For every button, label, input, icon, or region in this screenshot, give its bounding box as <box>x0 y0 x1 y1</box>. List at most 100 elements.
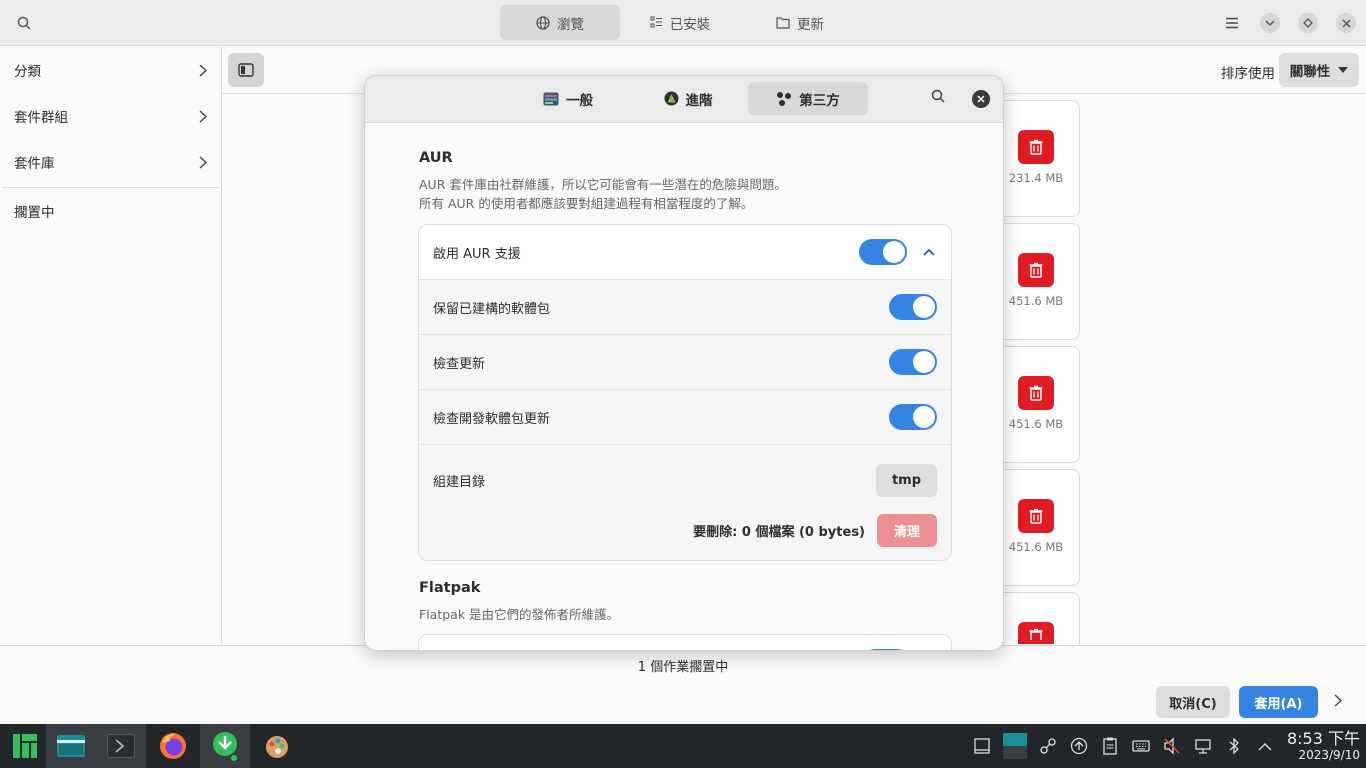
taskbar-firefox[interactable] <box>148 724 198 768</box>
cancel-button[interactable]: 取消(C) <box>1156 686 1230 718</box>
chevron-up-icon <box>1258 742 1272 750</box>
tab-third-party[interactable]: 第三方 <box>748 82 868 115</box>
chevron-right-icon <box>199 155 207 169</box>
advanced-icon <box>664 91 678 106</box>
maximize-button[interactable] <box>1298 13 1318 33</box>
taskbar-file-manager[interactable] <box>46 724 96 768</box>
toggle-sidebar-button[interactable] <box>228 53 264 87</box>
flatpak-settings-box <box>418 634 952 650</box>
tab-installed[interactable]: 已安裝 <box>620 5 740 40</box>
clipboard-tray[interactable] <box>1100 736 1120 756</box>
tray-expand-button[interactable] <box>1255 736 1275 756</box>
enable-aur-row[interactable]: 啟用 AUR 支援 <box>419 225 951 280</box>
tab-advanced-label: 進階 <box>685 92 713 109</box>
check-dev-updates-switch[interactable] <box>889 404 937 430</box>
folder-icon <box>776 17 790 29</box>
taskbar-terminal[interactable] <box>96 724 146 768</box>
show-desktop-button[interactable] <box>972 736 992 756</box>
tab-browse-label: 瀏覽 <box>557 16 584 33</box>
chevron-right-icon <box>199 109 207 123</box>
tab-installed-label: 已安裝 <box>669 16 711 33</box>
keyboard-tray[interactable] <box>1131 736 1151 756</box>
app-launcher[interactable] <box>0 724 50 768</box>
clean-row: 要刪除: 0 個檔案 (0 bytes) 清理 <box>419 508 951 560</box>
sort-label: 排序使用 <box>1221 66 1275 82</box>
aur-section-title: AUR <box>419 150 453 166</box>
menu-button[interactable] <box>1222 8 1242 38</box>
header-bar: 瀏覽 已安裝 更新 <box>0 0 1366 46</box>
clock-date: 2023/9/10 <box>1298 748 1360 762</box>
hamburger-icon <box>1226 17 1238 29</box>
remove-button[interactable] <box>1018 622 1054 644</box>
diamond-icon <box>1303 18 1313 28</box>
tab-advanced[interactable]: 進階 <box>628 82 748 115</box>
package-size: 451.6 MB <box>1008 417 1064 431</box>
build-directory-chooser[interactable]: tmp <box>876 464 937 497</box>
clipboard-icon <box>1103 737 1117 755</box>
taskbar: 8:53 下午 2023/9/10 <box>0 724 1366 768</box>
share-icon <box>1040 738 1056 754</box>
manjaro-logo-icon <box>13 734 37 758</box>
search-icon <box>17 16 31 30</box>
bluetooth-icon <box>1229 737 1239 755</box>
preferences-dialog: 一般 進階 第三方 AUR AUR 套件庫由社群維護，所以它可能會有一些潛在的危… <box>364 75 1004 651</box>
clock[interactable]: 8:53 下午 2023/9/10 <box>1282 730 1360 763</box>
folder-icon <box>57 735 85 757</box>
check-dev-updates-row[interactable]: 檢查開發軟體包更新 <box>419 390 951 445</box>
remove-button[interactable] <box>1018 499 1054 533</box>
close-window-button[interactable] <box>1336 13 1356 33</box>
apply-button[interactable]: 套用(A) <box>1239 686 1318 718</box>
window-icon <box>974 738 990 754</box>
package-size: 231.4 MB <box>1008 171 1064 185</box>
chevron-right-icon[interactable] <box>1334 694 1342 707</box>
remove-button[interactable] <box>1018 376 1054 410</box>
bluetooth-tray[interactable] <box>1224 736 1244 756</box>
check-updates-row[interactable]: 檢查更新 <box>419 335 951 390</box>
caret-down-icon <box>1338 67 1349 73</box>
package-size: 451.6 MB <box>1008 540 1064 554</box>
sidebar-item-label: 分類 <box>14 64 41 80</box>
tab-browse[interactable]: 瀏覽 <box>500 5 620 40</box>
sidebar-item-groups[interactable]: 套件群組 <box>0 93 221 139</box>
volume-tray[interactable] <box>1162 736 1182 756</box>
network-tray[interactable] <box>1193 736 1213 756</box>
sort-value: 關聯性 <box>1289 64 1331 80</box>
minimize-button[interactable] <box>1260 13 1280 33</box>
network-wired-icon <box>1195 739 1211 754</box>
taskbar-pamac[interactable] <box>200 724 250 768</box>
dialog-close-button[interactable] <box>972 90 990 108</box>
keep-built-row[interactable]: 保留已建構的軟體包 <box>419 280 951 335</box>
package-manager-icon <box>213 732 237 761</box>
keep-built-switch[interactable] <box>889 294 937 320</box>
chevron-up-icon <box>923 248 935 256</box>
enable-flatpak-switch[interactable] <box>862 649 910 650</box>
search-button[interactable] <box>6 6 42 40</box>
sidebar-item-label: 擱置中 <box>14 205 55 221</box>
expander-button[interactable] <box>921 248 937 256</box>
sort-dropdown[interactable]: 關聯性 <box>1279 53 1359 87</box>
sidebar-item-pending[interactable]: 擱置中 <box>0 188 221 234</box>
clean-button[interactable]: 清理 <box>877 513 937 547</box>
tab-updates[interactable]: 更新 <box>740 5 860 40</box>
firefox-icon <box>160 733 186 759</box>
sidebar-item-repositories[interactable]: 套件庫 <box>0 139 221 185</box>
close-icon <box>977 95 985 103</box>
volume-muted-icon <box>1164 737 1180 755</box>
enable-aur-switch[interactable] <box>859 239 907 265</box>
remove-button[interactable] <box>1018 253 1054 287</box>
kde-connect-tray[interactable] <box>1038 736 1058 756</box>
workspace-pager[interactable] <box>1003 733 1027 759</box>
tab-general[interactable]: 一般 <box>508 82 628 115</box>
tab-updates-label: 更新 <box>797 16 824 33</box>
check-updates-switch[interactable] <box>889 349 937 375</box>
build-directory-row: 組建目錄 tmp <box>419 445 951 508</box>
taskbar-app[interactable] <box>252 724 302 768</box>
remove-button[interactable] <box>1018 130 1054 164</box>
updates-tray[interactable] <box>1069 736 1089 756</box>
sidebar-item-categories[interactable]: 分類 <box>0 47 221 93</box>
system-tray <box>972 724 1275 768</box>
trash-icon <box>1029 385 1043 401</box>
search-icon[interactable] <box>931 89 945 103</box>
aur-description-line: 所有 AUR 的使用者都應該要對組建過程有相當程度的了解。 <box>419 196 754 211</box>
sidebar-item-label: 套件庫 <box>14 156 55 172</box>
